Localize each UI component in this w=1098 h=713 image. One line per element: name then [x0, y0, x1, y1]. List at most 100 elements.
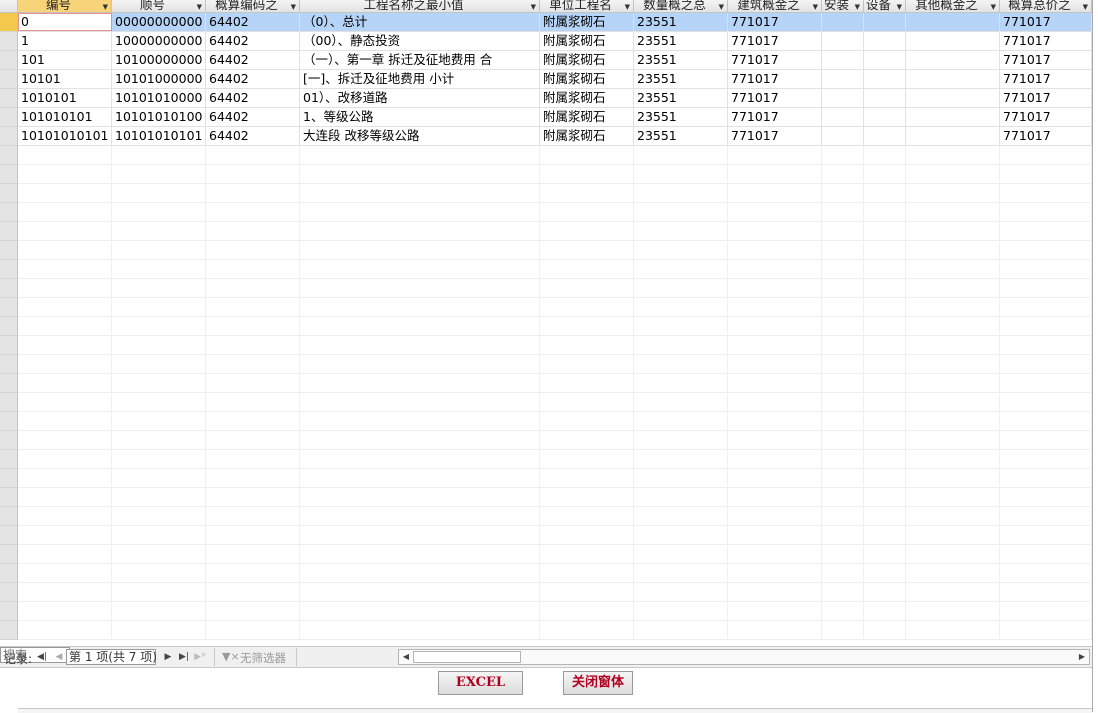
- table-row[interactable]: 10101010101 10101010101 64402 大连段 改移等级公路 附属浆…: [18, 127, 1092, 146]
- table-cell[interactable]: [822, 260, 864, 278]
- record-selector[interactable]: [0, 146, 18, 165]
- table-cell[interactable]: [728, 336, 822, 354]
- table-cell[interactable]: 771017: [1000, 89, 1092, 107]
- table-cell[interactable]: [18, 621, 112, 639]
- table-cell[interactable]: 23551: [634, 127, 728, 145]
- table-cell[interactable]: 附属浆砌石: [540, 51, 634, 69]
- table-cell[interactable]: [728, 469, 822, 487]
- table-cell[interactable]: [206, 317, 300, 335]
- table-cell[interactable]: [634, 355, 728, 373]
- table-cell[interactable]: [906, 260, 1000, 278]
- column-dropdown-icon[interactable]: ▼: [1083, 2, 1088, 12]
- table-cell[interactable]: [206, 431, 300, 449]
- table-cell[interactable]: 771017: [728, 108, 822, 126]
- table-cell[interactable]: 附属浆砌石: [540, 127, 634, 145]
- table-cell[interactable]: [1000, 260, 1092, 278]
- table-cell[interactable]: [864, 564, 906, 582]
- record-selector[interactable]: [0, 602, 18, 621]
- table-cell[interactable]: [300, 355, 540, 373]
- table-cell[interactable]: [906, 336, 1000, 354]
- column-header[interactable]: 概算编码之 ▼: [206, 0, 300, 12]
- table-cell[interactable]: [206, 469, 300, 487]
- table-cell[interactable]: 771017: [728, 13, 822, 31]
- table-cell[interactable]: [18, 374, 112, 392]
- table-cell[interactable]: [822, 431, 864, 449]
- table-cell[interactable]: [906, 127, 1000, 145]
- new-record-button[interactable]: ▶*: [194, 650, 206, 664]
- record-selector[interactable]: [0, 127, 18, 146]
- table-cell[interactable]: [634, 317, 728, 335]
- table-cell[interactable]: [864, 355, 906, 373]
- table-cell[interactable]: [822, 32, 864, 50]
- table-cell[interactable]: [728, 279, 822, 297]
- record-selector[interactable]: [0, 298, 18, 317]
- empty-row[interactable]: [18, 450, 1092, 469]
- table-cell[interactable]: [822, 336, 864, 354]
- table-cell[interactable]: 771017: [1000, 127, 1092, 145]
- table-cell[interactable]: [864, 70, 906, 88]
- table-cell[interactable]: [18, 507, 112, 525]
- record-selector[interactable]: [0, 222, 18, 241]
- empty-row[interactable]: [18, 583, 1092, 602]
- table-cell[interactable]: [300, 165, 540, 183]
- table-cell[interactable]: [822, 412, 864, 430]
- empty-row[interactable]: [18, 431, 1092, 450]
- table-cell[interactable]: [634, 260, 728, 278]
- table-cell[interactable]: [864, 393, 906, 411]
- table-cell[interactable]: [206, 336, 300, 354]
- table-cell[interactable]: [822, 583, 864, 601]
- table-cell[interactable]: [112, 469, 206, 487]
- table-cell[interactable]: [18, 317, 112, 335]
- empty-row[interactable]: [18, 526, 1092, 545]
- table-cell[interactable]: [906, 70, 1000, 88]
- table-cell[interactable]: [112, 184, 206, 202]
- record-selector[interactable]: [0, 184, 18, 203]
- table-cell[interactable]: [300, 241, 540, 259]
- table-cell[interactable]: 23551: [634, 32, 728, 50]
- table-cell[interactable]: [634, 298, 728, 316]
- table-cell[interactable]: [906, 241, 1000, 259]
- table-cell[interactable]: [864, 32, 906, 50]
- table-cell[interactable]: [864, 450, 906, 468]
- table-cell[interactable]: [906, 545, 1000, 563]
- table-cell[interactable]: [822, 374, 864, 392]
- table-cell[interactable]: [634, 203, 728, 221]
- table-cell[interactable]: [300, 488, 540, 506]
- table-cell[interactable]: [206, 222, 300, 240]
- table-cell[interactable]: [112, 545, 206, 563]
- table-cell[interactable]: [822, 298, 864, 316]
- table-cell[interactable]: [634, 507, 728, 525]
- table-cell[interactable]: [540, 450, 634, 468]
- empty-row[interactable]: [18, 564, 1092, 583]
- table-cell[interactable]: [906, 621, 1000, 639]
- record-selector[interactable]: [0, 336, 18, 355]
- table-cell[interactable]: [634, 279, 728, 297]
- empty-row[interactable]: [18, 184, 1092, 203]
- table-cell[interactable]: [300, 431, 540, 449]
- table-cell[interactable]: 1010101: [18, 89, 112, 107]
- table-cell[interactable]: 64402: [206, 32, 300, 50]
- empty-row[interactable]: [18, 222, 1092, 241]
- table-cell[interactable]: 00000000000: [112, 13, 206, 31]
- table-cell[interactable]: [864, 298, 906, 316]
- table-cell[interactable]: 10101010101: [18, 127, 112, 145]
- table-cell[interactable]: [206, 165, 300, 183]
- record-selector[interactable]: [0, 431, 18, 450]
- table-cell[interactable]: [1000, 336, 1092, 354]
- table-cell[interactable]: [728, 260, 822, 278]
- table-cell[interactable]: [18, 393, 112, 411]
- table-cell[interactable]: [300, 469, 540, 487]
- table-cell[interactable]: [540, 469, 634, 487]
- table-cell[interactable]: [540, 602, 634, 620]
- table-cell[interactable]: [728, 507, 822, 525]
- table-cell[interactable]: [906, 431, 1000, 449]
- table-cell[interactable]: [728, 583, 822, 601]
- column-header[interactable]: 概算总价之 ▼: [1000, 0, 1092, 12]
- record-selector[interactable]: [0, 583, 18, 602]
- table-cell[interactable]: [300, 412, 540, 430]
- table-cell[interactable]: [206, 545, 300, 563]
- table-cell[interactable]: [906, 279, 1000, 297]
- table-cell[interactable]: [540, 621, 634, 639]
- empty-row[interactable]: [18, 469, 1092, 488]
- table-cell[interactable]: [540, 545, 634, 563]
